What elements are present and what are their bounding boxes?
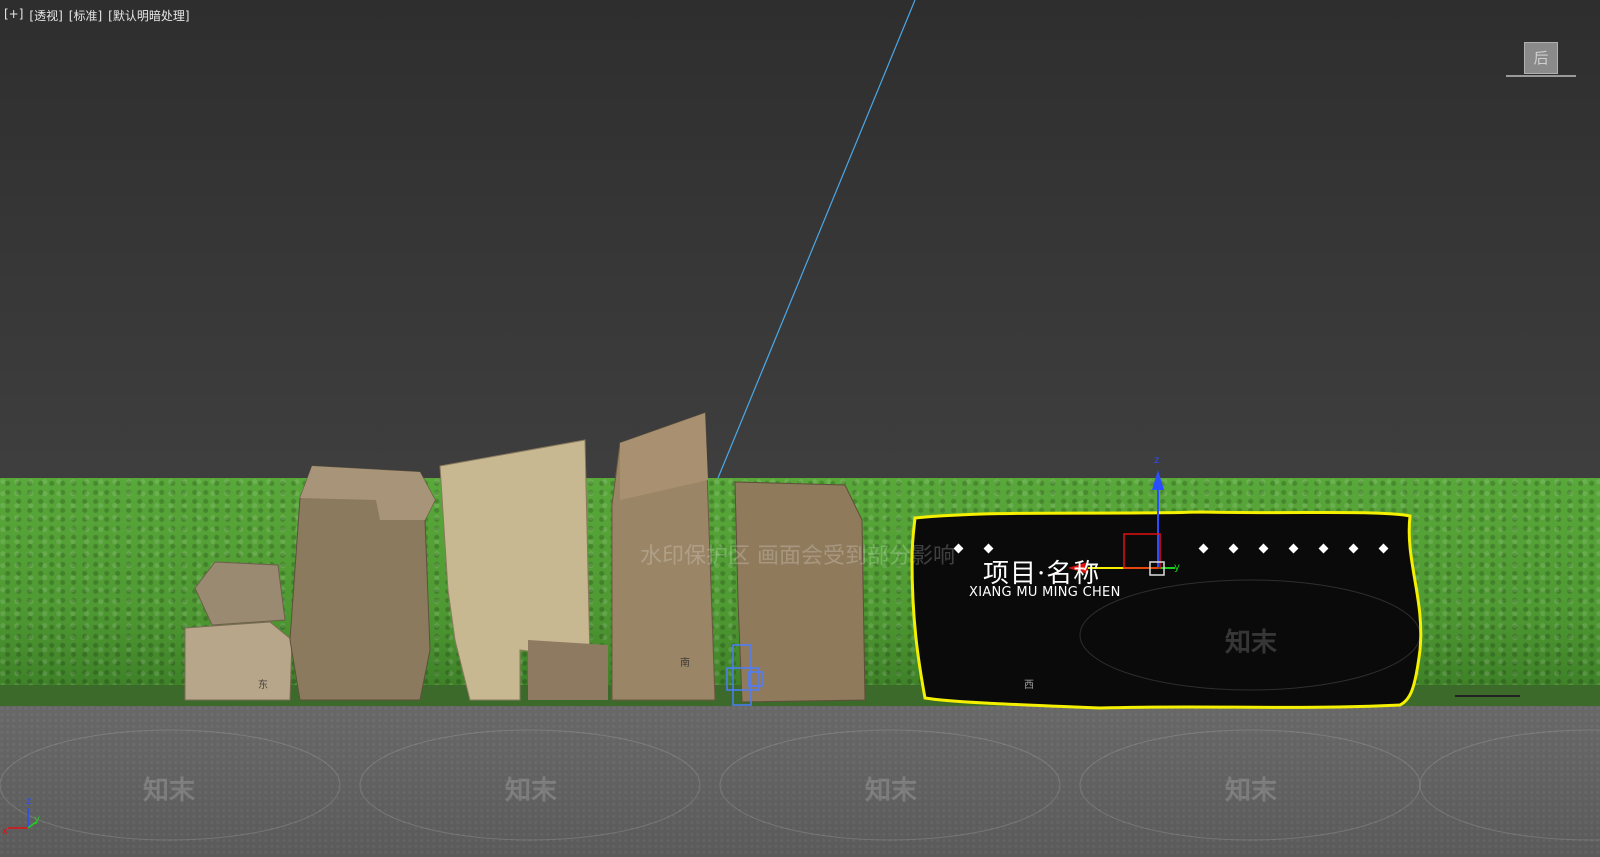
sign-stone-selected	[910, 510, 1423, 710]
watermark-logo-2: 知末	[505, 776, 558, 806]
rock-label-east: 东	[258, 680, 268, 691]
watermark-logo-1: 知末	[143, 776, 196, 806]
world-axis-tripod	[8, 808, 37, 829]
watermark-logo-3: 知末	[865, 776, 918, 806]
stone-block-1-base	[184, 621, 293, 701]
watermark-logo-5: 知末	[1225, 628, 1278, 658]
rock-label-south: 南	[680, 658, 690, 669]
gizmo-y-label: y	[1174, 562, 1180, 573]
3d-viewport[interactable]: [+] [透视] [标准] [默认明暗处理] 后 水印保护区 画面会受到部分影响…	[0, 0, 1600, 857]
scene-geometry	[0, 0, 1600, 841]
rock-label-west: 西	[1024, 680, 1034, 691]
gizmo-z-label: z	[1154, 455, 1160, 466]
sky-light-direction-line	[717, 0, 916, 479]
stone-block-3-base	[528, 640, 608, 700]
sign-subtitle-text: XIANG MU MING CHEN	[969, 585, 1121, 600]
watermark-banner-text: 水印保护区 画面会受到部分影响	[640, 544, 955, 569]
world-axis-x-label: x	[2, 826, 8, 837]
stone-block-1-top	[194, 561, 286, 626]
world-axis-y-label: y	[34, 814, 40, 825]
world-axis-z-label: z	[26, 796, 32, 807]
watermark-logo-4: 知末	[1225, 776, 1278, 806]
stone-pillar-5	[734, 481, 866, 703]
